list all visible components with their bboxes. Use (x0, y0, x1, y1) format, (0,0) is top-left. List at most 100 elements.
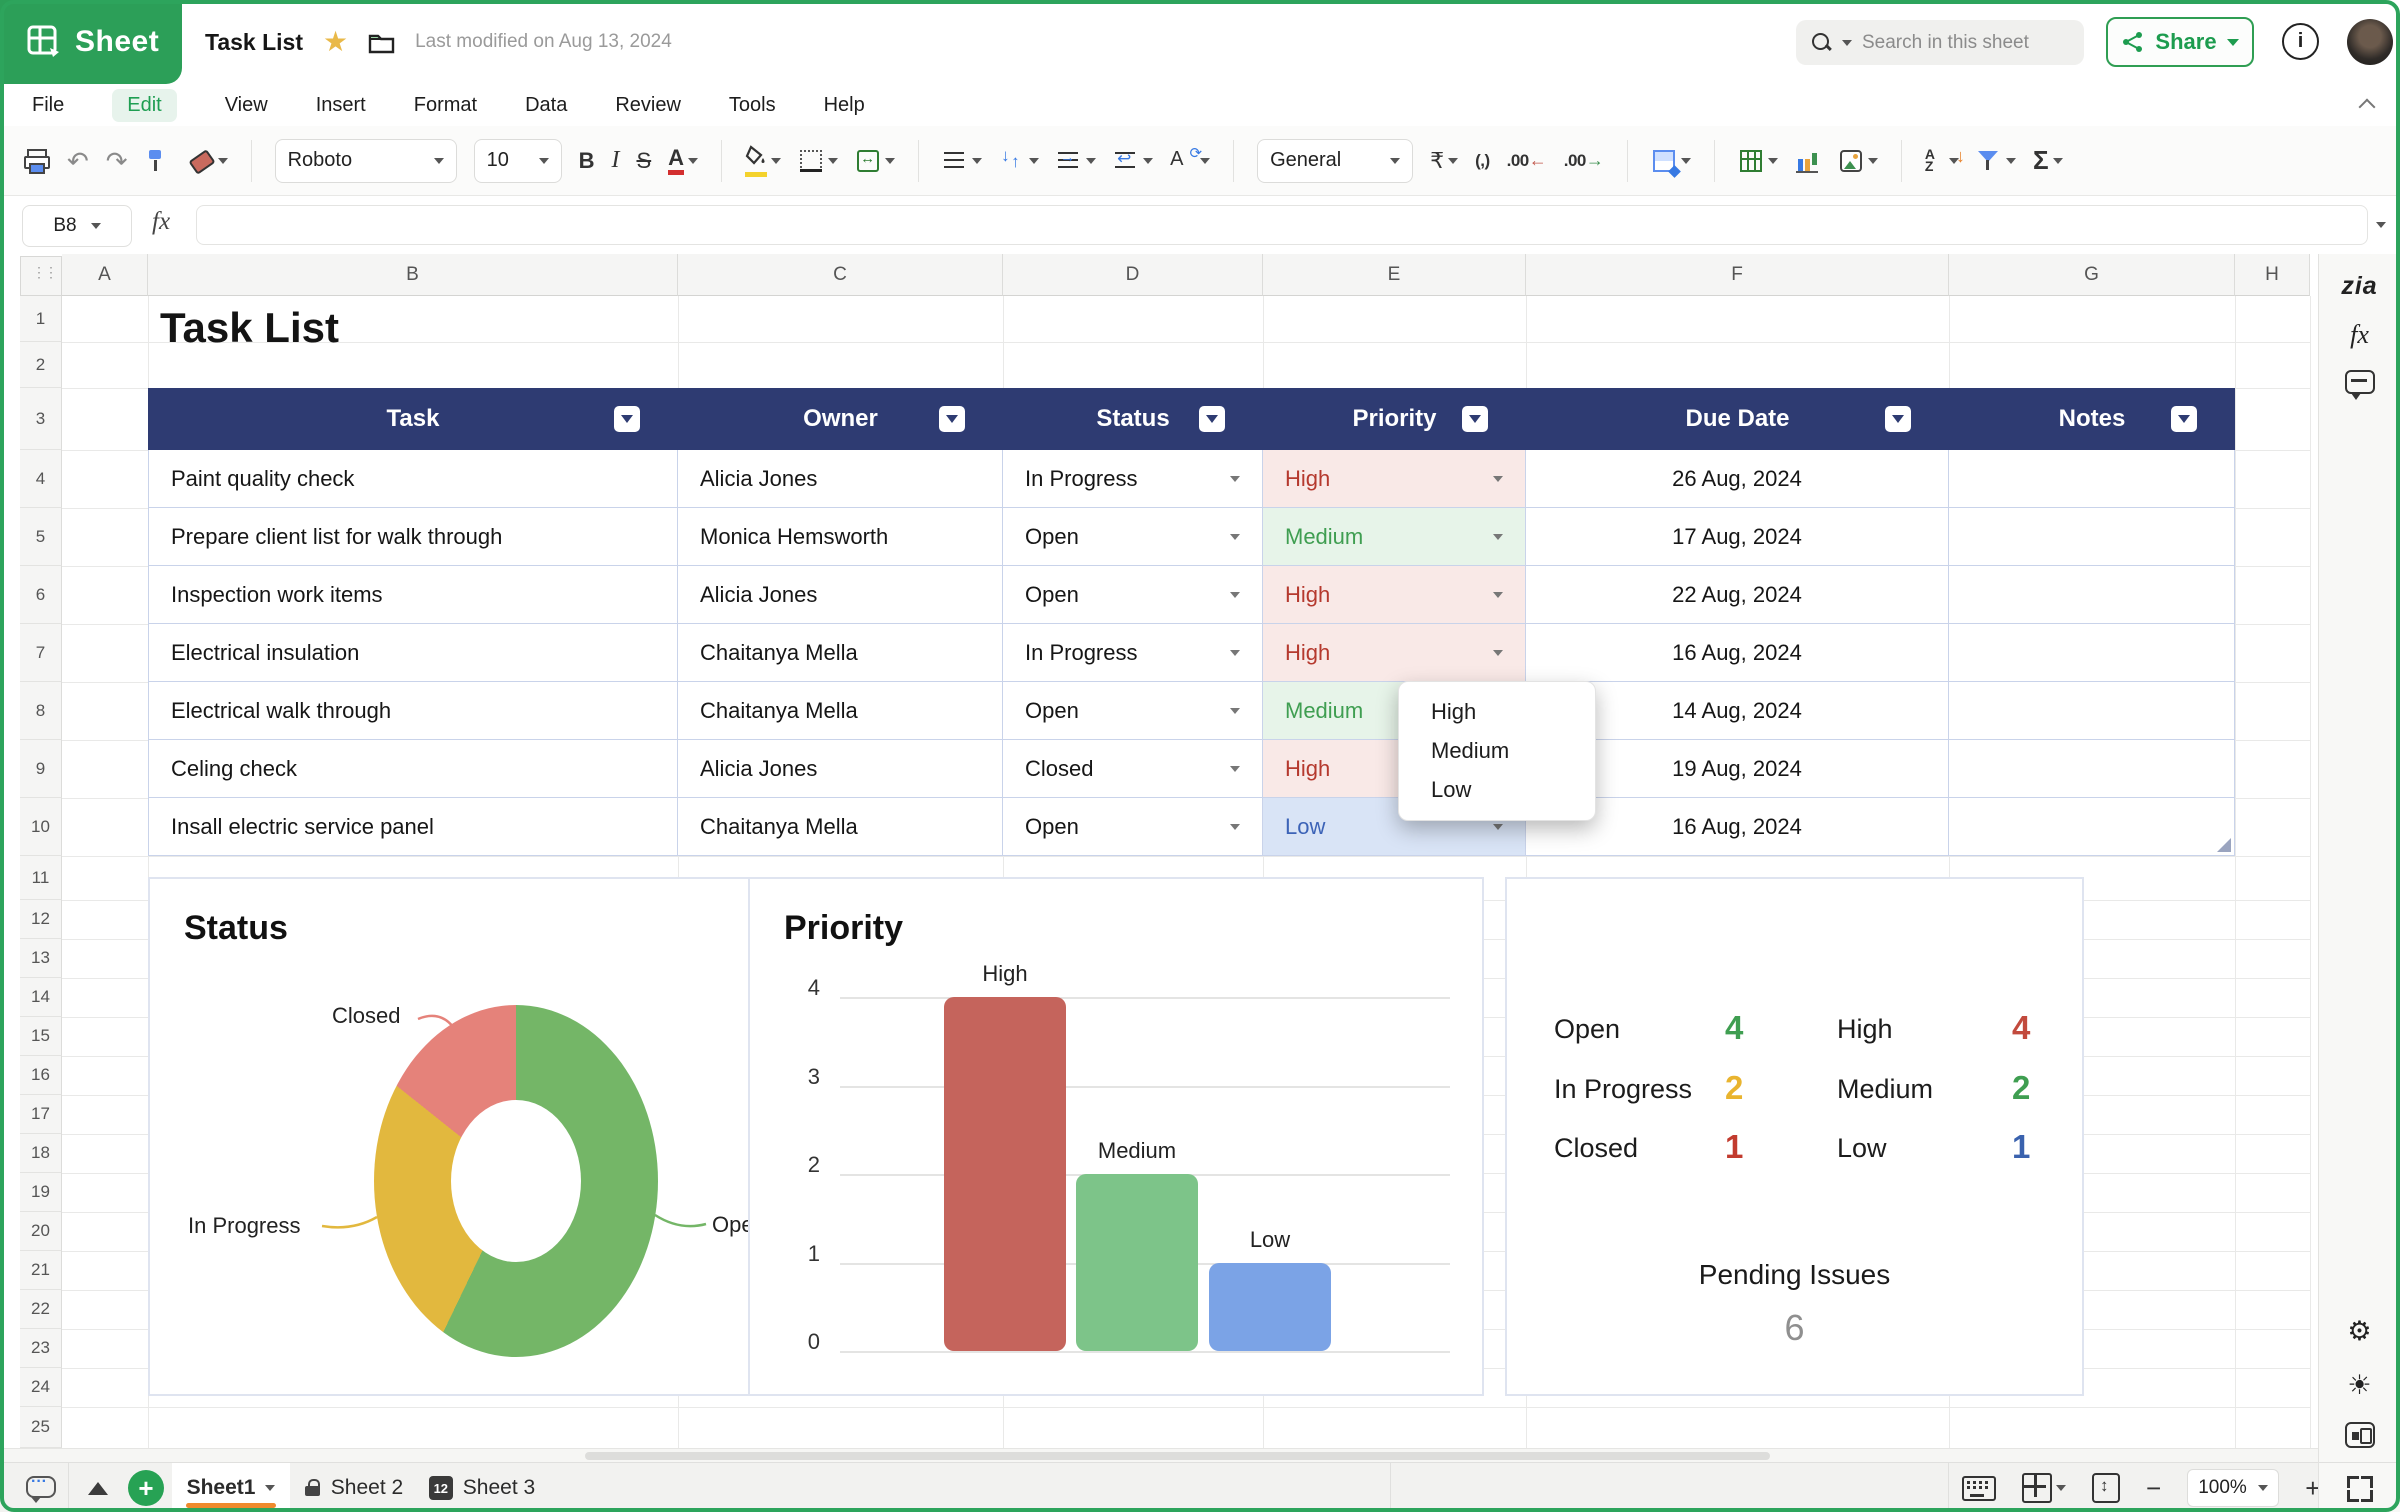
notes-cell[interactable] (1949, 682, 2235, 740)
table-resize-handle[interactable] (2217, 838, 2231, 852)
horizontal-scroll-thumb[interactable] (585, 1452, 1770, 1460)
owner-cell[interactable]: Chaitanya Mella (678, 682, 1003, 740)
menu-view[interactable]: View (225, 94, 268, 117)
table-header-due-date[interactable]: Due Date (1526, 388, 1949, 450)
column-header-G[interactable]: G (1949, 254, 2235, 296)
column-header-C[interactable]: C (678, 254, 1003, 296)
owner-cell[interactable]: Monica Hemsworth (678, 508, 1003, 566)
comments-icon[interactable] (26, 1476, 56, 1498)
print-icon[interactable] (24, 148, 50, 174)
status-dropdown-caret-icon[interactable] (1230, 534, 1240, 540)
row-header-16[interactable]: 16 (20, 1056, 62, 1095)
priority-chart-panel[interactable]: Priority 43210HighMediumLow (748, 877, 1484, 1396)
summary-panel[interactable]: Open4In Progress2Closed1High4Medium2Low1… (1505, 877, 2084, 1396)
filter-dropdown-icon[interactable] (614, 406, 640, 432)
italic-button[interactable]: I (611, 147, 619, 174)
zoom-level-select[interactable]: 100% (2187, 1469, 2279, 1507)
row-header-15[interactable]: 15 (20, 1017, 62, 1056)
owner-cell[interactable]: Alicia Jones (678, 450, 1003, 508)
text-rotate-icon[interactable]: A (1170, 148, 1196, 174)
status-dropdown-caret-icon[interactable] (1230, 824, 1240, 830)
favorite-star-icon[interactable]: ★ (323, 28, 348, 56)
due-date-cell[interactable]: 17 Aug, 2024 (1526, 508, 1949, 566)
priority-dropdown-caret-icon[interactable] (1493, 650, 1503, 656)
filter-dropdown-icon[interactable] (1199, 406, 1225, 432)
notes-cell[interactable] (1949, 740, 2235, 798)
filter-dropdown-icon[interactable] (1885, 406, 1911, 432)
notes-cell[interactable] (1949, 624, 2235, 682)
currency-format-icon[interactable]: ₹ (1430, 148, 1444, 174)
priority-cell[interactable]: High (1263, 450, 1526, 508)
priority-dropdown-caret-icon[interactable] (1493, 592, 1503, 598)
task-cell[interactable]: Electrical insulation (148, 624, 678, 682)
row-header-2[interactable]: 2 (20, 342, 62, 388)
due-date-cell[interactable]: 16 Aug, 2024 (1526, 624, 1949, 682)
due-date-cell[interactable]: 22 Aug, 2024 (1526, 566, 1949, 624)
status-dropdown-caret-icon[interactable] (1230, 592, 1240, 598)
discuss-icon[interactable] (2319, 370, 2400, 394)
row-header-3[interactable]: 3 (20, 388, 62, 450)
add-sheet-button[interactable]: + (128, 1470, 164, 1506)
user-avatar[interactable] (2347, 19, 2393, 65)
table-header-owner[interactable]: Owner (678, 388, 1003, 450)
collapse-toolbar-icon[interactable] (2358, 94, 2378, 114)
vertical-align-icon[interactable] (999, 148, 1025, 174)
zoom-out-button[interactable]: − (2146, 1473, 2161, 1504)
menu-file[interactable]: File (32, 94, 64, 117)
row-header-13[interactable]: 13 (20, 939, 62, 978)
status-cell[interactable]: Open (1003, 508, 1263, 566)
text-wrap-icon[interactable] (1113, 148, 1139, 174)
owner-cell[interactable]: Alicia Jones (678, 740, 1003, 798)
cell-name-box[interactable]: B8 (22, 205, 132, 247)
bold-button[interactable]: B (579, 148, 595, 174)
conditional-format-icon[interactable] (1651, 148, 1677, 174)
row-header-19[interactable]: 19 (20, 1173, 62, 1212)
filter-dropdown-icon[interactable] (2171, 406, 2197, 432)
row-header-10[interactable]: 10 (20, 798, 62, 856)
sheet-title-cell[interactable]: Task List (160, 304, 339, 352)
notes-cell[interactable] (1949, 508, 2235, 566)
priority-dropdown-caret-icon[interactable] (1493, 476, 1503, 482)
number-format-select[interactable]: General (1257, 139, 1413, 183)
tab-sheet1[interactable]: Sheet1 (172, 1463, 290, 1512)
task-cell[interactable]: Electrical walk through (148, 682, 678, 740)
due-date-cell[interactable]: 26 Aug, 2024 (1526, 450, 1949, 508)
column-header-F[interactable]: F (1526, 254, 1949, 296)
merge-cells-icon[interactable] (855, 148, 881, 174)
owner-cell[interactable]: Chaitanya Mella (678, 624, 1003, 682)
row-header-11[interactable]: 11 (20, 856, 62, 900)
task-cell[interactable]: Prepare client list for walk through (148, 508, 678, 566)
keyboard-shortcuts-icon[interactable] (1962, 1476, 1996, 1501)
priority-dropdown-caret-icon[interactable] (1493, 534, 1503, 540)
status-cell[interactable]: In Progress (1003, 450, 1263, 508)
filter-dropdown-icon[interactable] (939, 406, 965, 432)
row-header-9[interactable]: 9 (20, 740, 62, 798)
filter-icon[interactable] (1976, 148, 2002, 174)
task-cell[interactable]: Paint quality check (148, 450, 678, 508)
priority-cell[interactable]: High (1263, 566, 1526, 624)
decrease-decimal-icon[interactable]: .00 (1507, 151, 1529, 171)
table-header-priority[interactable]: Priority (1263, 388, 1526, 450)
column-header-E[interactable]: E (1263, 254, 1526, 296)
insert-image-icon[interactable] (1838, 148, 1864, 174)
table-header-task[interactable]: Task (148, 388, 678, 450)
row-header-6[interactable]: 6 (20, 566, 62, 624)
redo-icon[interactable]: ↷ (106, 148, 128, 174)
clear-format-icon[interactable] (188, 148, 214, 174)
status-cell[interactable]: Open (1003, 566, 1263, 624)
menu-data[interactable]: Data (525, 94, 567, 117)
notes-cell[interactable] (1949, 798, 2235, 856)
select-all-corner[interactable] (20, 256, 62, 296)
row-header-12[interactable]: 12 (20, 900, 62, 939)
menu-help[interactable]: Help (824, 94, 865, 117)
status-cell[interactable]: Open (1003, 682, 1263, 740)
menu-tools[interactable]: Tools (729, 94, 776, 117)
view-settings-icon[interactable]: ⚙ (2319, 1316, 2400, 1347)
sum-icon[interactable]: Σ (2033, 145, 2049, 176)
row-header-14[interactable]: 14 (20, 978, 62, 1017)
dropdown-option-low[interactable]: Low (1431, 777, 1595, 803)
row-header-18[interactable]: 18 (20, 1134, 62, 1173)
font-family-select[interactable]: Roboto (275, 139, 457, 183)
row-header-4[interactable]: 4 (20, 450, 62, 508)
status-dropdown-caret-icon[interactable] (1230, 650, 1240, 656)
